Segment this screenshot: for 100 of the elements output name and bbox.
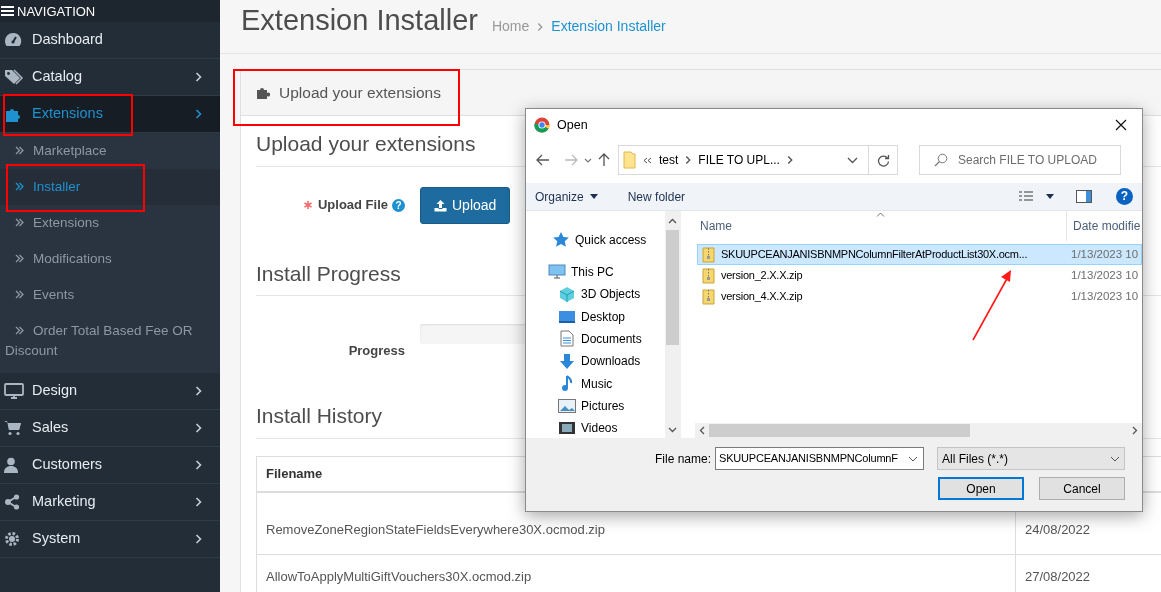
puzzle-icon bbox=[256, 86, 270, 99]
submenu-item[interactable]: Events bbox=[0, 277, 220, 313]
scroll-up-icon bbox=[668, 218, 677, 224]
sidebar-item[interactable]: Dashboard bbox=[0, 22, 220, 59]
page-title: Extension Installer bbox=[241, 5, 478, 35]
share-icon bbox=[4, 494, 20, 510]
computer-icon bbox=[548, 264, 566, 280]
nav-pane-item[interactable]: Desktop bbox=[581, 307, 626, 326]
file-name[interactable]: version_2.X.X.zip bbox=[721, 267, 803, 284]
scroll-thumb[interactable] bbox=[709, 424, 970, 437]
document-icon bbox=[560, 330, 574, 348]
sidebar-item[interactable]: Customers bbox=[0, 447, 220, 484]
file-date: 1/13/2023 10 bbox=[1070, 267, 1139, 283]
address-bar[interactable]: test FILE TO UPL... bbox=[618, 145, 898, 175]
preview-pane-icon bbox=[1076, 190, 1092, 203]
sidebar-item[interactable]: Sales bbox=[0, 410, 220, 447]
vertical-scrollbar[interactable] bbox=[665, 211, 680, 438]
double-chevron-left-icon bbox=[643, 156, 652, 164]
submenu-item[interactable]: Extensions bbox=[0, 205, 220, 241]
double-chevron-icon bbox=[15, 326, 24, 335]
close-icon bbox=[1115, 119, 1127, 131]
gauge-icon bbox=[4, 32, 22, 48]
column-header[interactable]: Date modifie bbox=[1066, 211, 1141, 241]
up-arrow-icon bbox=[598, 153, 610, 167]
search-icon bbox=[934, 153, 948, 167]
help-icon: ? bbox=[392, 198, 405, 212]
path-chevron-icon bbox=[685, 155, 692, 165]
file-name-field[interactable]: SKUUPCEANJANISBNMPNColumnF bbox=[715, 447, 924, 470]
dropdown-caret-icon bbox=[1110, 455, 1120, 462]
nav-pane-item[interactable]: Downloads bbox=[581, 352, 641, 371]
forward-arrow-icon bbox=[564, 154, 578, 166]
dialog-button[interactable]: Cancel bbox=[1039, 477, 1125, 500]
file-type-dropdown[interactable]: All Files (*.*) bbox=[937, 447, 1125, 470]
path-segment[interactable]: FILE TO UPL... bbox=[698, 151, 780, 169]
submenu-item[interactable]: Marketplace bbox=[0, 133, 220, 169]
download-arrow-icon bbox=[559, 352, 575, 370]
nav-pane-item[interactable]: Music bbox=[581, 374, 613, 393]
field-label: Upload File bbox=[317, 196, 388, 215]
field-label: Progress bbox=[347, 342, 406, 361]
puzzle-icon bbox=[4, 106, 22, 122]
horizontal-scrollbar[interactable] bbox=[695, 423, 1142, 438]
chevron-right-icon bbox=[195, 534, 202, 544]
table-cell: AllowToApplyMultiGiftVouchers30X.ocmod.zip bbox=[256, 554, 1016, 592]
submenu-item[interactable]: Installer bbox=[0, 169, 220, 205]
chevron-right-icon bbox=[195, 497, 202, 507]
nav-pane-item[interactable]: This PC bbox=[571, 263, 614, 281]
file-row[interactable]: version_2.X.X.zip 1/13/2023 10 bbox=[697, 265, 1142, 286]
path-segment[interactable]: test bbox=[659, 151, 679, 169]
column-header[interactable]: Name bbox=[681, 217, 1066, 235]
sidebar-item[interactable]: Design bbox=[0, 373, 220, 410]
star-icon bbox=[553, 232, 569, 248]
double-chevron-icon bbox=[15, 182, 24, 191]
list-view-icon bbox=[1018, 189, 1034, 204]
submenu-item[interactable]: Modifications bbox=[0, 241, 220, 277]
upload-button[interactable]: Upload bbox=[420, 186, 511, 224]
submenu-item[interactable]: Order Total Based Fee OR Discount bbox=[0, 313, 220, 369]
scroll-down-icon bbox=[668, 427, 677, 433]
sidebar-header: NAVIGATION bbox=[17, 4, 96, 18]
refresh-icon bbox=[876, 153, 890, 167]
dropdown-caret-icon bbox=[584, 157, 592, 163]
chevron-right-icon bbox=[195, 460, 202, 470]
file-row[interactable]: SKUUPCEANJANISBNMPNColumnFilterAtProductList30X.ocm... 1/13/2023 10 bbox=[697, 244, 1142, 265]
toolbar-button[interactable]: Organize bbox=[535, 187, 598, 206]
search-field[interactable]: Search FILE TO UPLOAD bbox=[919, 145, 1121, 175]
gear-icon bbox=[4, 531, 20, 547]
monitor-icon bbox=[4, 383, 24, 399]
breadcrumb-separator-icon bbox=[537, 21, 544, 32]
scroll-thumb[interactable] bbox=[666, 230, 679, 345]
view-options-button[interactable] bbox=[1018, 189, 1054, 204]
double-chevron-icon bbox=[15, 254, 24, 263]
picture-icon bbox=[558, 398, 576, 413]
path-chevron-icon bbox=[786, 155, 793, 165]
sidebar-item[interactable]: Extensions bbox=[0, 96, 220, 133]
nav-pane-item[interactable]: Documents bbox=[581, 329, 642, 348]
nav-pane-item[interactable]: Quick access bbox=[575, 230, 647, 249]
table-cell: 27/08/2022 bbox=[1015, 554, 1161, 592]
dialog-button[interactable]: Open bbox=[938, 477, 1024, 500]
chevron-right-icon bbox=[195, 423, 202, 433]
upload-icon bbox=[434, 198, 447, 212]
dropdown-caret-icon bbox=[589, 194, 598, 199]
toolbar-button[interactable]: New folder bbox=[627, 187, 686, 206]
scroll-right-icon bbox=[1132, 426, 1138, 435]
zip-folder-icon bbox=[702, 288, 715, 305]
nav-pane-item[interactable]: Videos bbox=[581, 419, 618, 438]
browser-logo-icon bbox=[534, 117, 550, 133]
desktop-icon bbox=[558, 309, 576, 324]
double-chevron-icon bbox=[15, 146, 24, 155]
chevron-right-icon bbox=[195, 72, 202, 82]
double-chevron-icon bbox=[15, 218, 24, 227]
dropdown-caret-icon bbox=[847, 156, 858, 164]
chevron-right-icon bbox=[195, 386, 202, 396]
scroll-left-icon bbox=[699, 426, 705, 435]
back-arrow-icon bbox=[536, 154, 550, 166]
dropdown-caret-icon bbox=[1046, 194, 1054, 199]
double-chevron-icon bbox=[15, 290, 24, 299]
zip-folder-icon bbox=[702, 246, 715, 263]
sort-caret-icon bbox=[876, 212, 885, 217]
cart-icon bbox=[4, 420, 22, 436]
film-icon bbox=[558, 421, 576, 436]
help-button[interactable]: ? bbox=[1116, 188, 1133, 205]
